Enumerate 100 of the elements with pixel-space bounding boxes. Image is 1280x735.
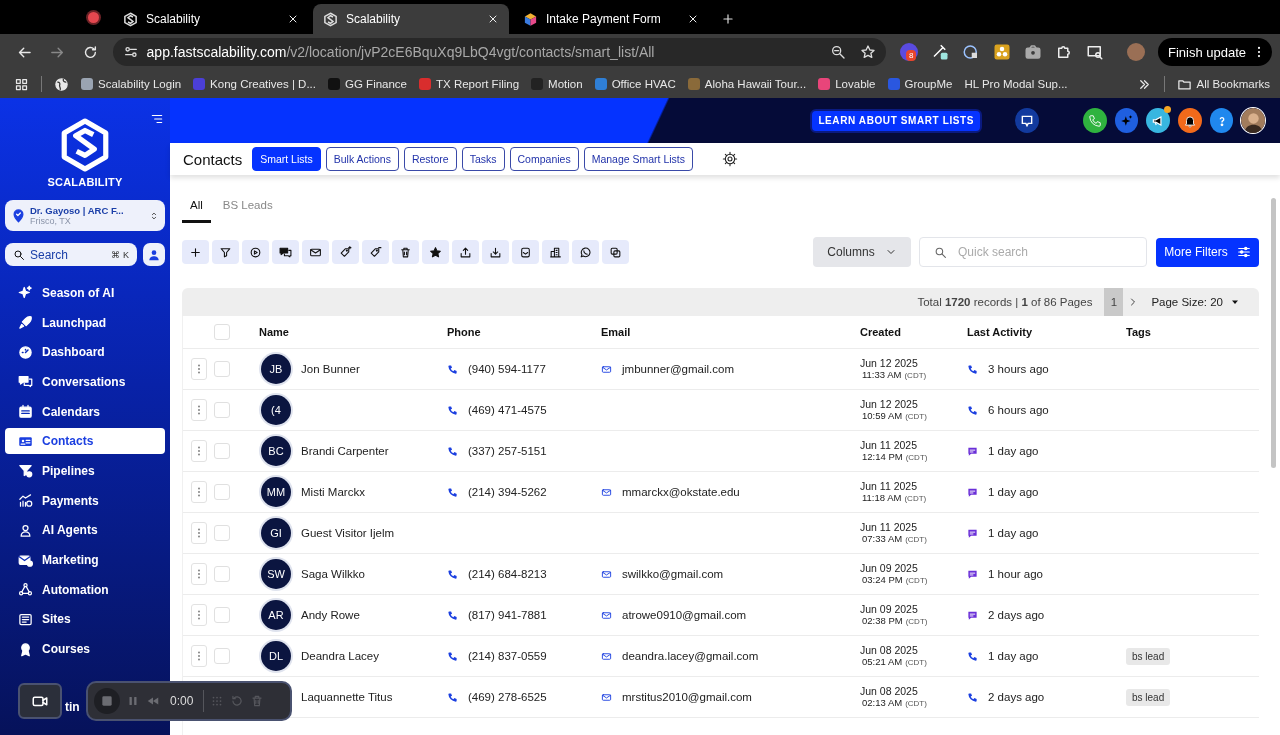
bookmark[interactable]: GG Finance [328, 78, 407, 90]
circles-icon[interactable] [992, 43, 1011, 61]
close-icon[interactable] [487, 13, 499, 25]
close-icon[interactable] [687, 13, 699, 25]
apps-grid-icon[interactable] [14, 76, 29, 92]
download-button[interactable] [482, 240, 509, 264]
menu-icon[interactable] [150, 112, 164, 126]
browser-tab[interactable]: Scalability [113, 4, 309, 34]
contact-name[interactable]: Guest Visitor Ijelm [301, 527, 395, 539]
help-button[interactable] [1209, 108, 1234, 133]
tag-minus-button[interactable] [362, 240, 389, 264]
address-bar[interactable]: app.fastscalability.com/v2/location/jvP2cE6BquXq9LbQ4vgt/contacts/smart_list/All [112, 38, 886, 66]
list-tab[interactable]: All [182, 189, 211, 223]
bookmark[interactable]: Lovable [818, 78, 876, 90]
chat-button[interactable] [1015, 108, 1040, 133]
contacts-nav-button[interactable]: Restore [403, 147, 457, 171]
camera-button[interactable] [18, 683, 62, 719]
contacts-nav-button[interactable]: Companies [509, 147, 579, 171]
building-button[interactable] [542, 240, 569, 264]
row-checkbox[interactable] [214, 361, 230, 377]
sidebar-item[interactable]: Marketing [5, 547, 165, 573]
sidebar-item[interactable]: Automation [5, 576, 165, 603]
upload-button[interactable] [452, 240, 479, 264]
sidebar-item[interactable]: Season of AI [5, 280, 165, 306]
page-number-button[interactable]: 1 [1104, 288, 1124, 316]
trash-button[interactable] [392, 240, 419, 264]
camera-icon[interactable] [1023, 43, 1042, 61]
copy-button[interactable] [602, 240, 629, 264]
column-header[interactable]: Last Activity [967, 326, 1126, 338]
location-switcher[interactable]: Dr. Gayoso | ARC F... Frisco, TX [5, 200, 165, 231]
row-checkbox[interactable] [214, 525, 230, 541]
sidebar-item[interactable]: tin [65, 700, 80, 714]
new-tab-icon[interactable] [721, 12, 735, 26]
column-header[interactable]: Phone [447, 326, 601, 338]
browser-tab[interactable]: Scalability [313, 4, 509, 34]
site-settings-icon[interactable] [122, 44, 139, 60]
sidebar-item[interactable]: AI Agents [5, 517, 165, 544]
envelope-button[interactable] [302, 240, 329, 264]
user-button[interactable] [143, 243, 165, 266]
search-field[interactable]: Search ⌘ K [5, 243, 137, 266]
finish-update-button[interactable]: Finish update [1157, 38, 1272, 66]
sidebar-item[interactable]: Dashboard [5, 339, 165, 366]
settings-icon[interactable] [722, 151, 739, 167]
column-header[interactable]: Email [601, 326, 860, 338]
bookmark[interactable]: TX Report Filing [419, 78, 520, 90]
contacts-nav-button[interactable]: Manage Smart Lists [583, 147, 694, 171]
contacts-nav-button[interactable]: Smart Lists [252, 147, 321, 171]
tag-plus-button[interactable] [332, 240, 359, 264]
contacts-nav-button[interactable]: Bulk Actions [325, 147, 399, 171]
announcements-button[interactable] [1146, 108, 1170, 133]
bookmark[interactable]: HL Pro Modal Sup... [964, 78, 1068, 90]
contacts-nav-button[interactable]: Tasks [461, 147, 505, 171]
bookmark[interactable]: Aloha Hawaii Tour... [687, 78, 807, 90]
sidebar-item[interactable]: Launchpad [5, 309, 165, 336]
row-checkbox[interactable] [214, 648, 230, 664]
inbox-button[interactable] [512, 240, 539, 264]
sidebar-item[interactable]: Calendars [5, 398, 165, 425]
screen-search-icon[interactable] [1085, 43, 1104, 61]
contact-name[interactable]: Saga Wilkko [301, 568, 365, 580]
plus-button[interactable] [182, 240, 209, 264]
zoom-icon[interactable] [829, 44, 846, 60]
sidebar-item[interactable]: Courses [5, 636, 165, 662]
bookmark[interactable]: Motion [531, 78, 583, 90]
contact-name[interactable]: Laquannette Titus [301, 691, 393, 703]
more-filters-button[interactable]: More Filters [1156, 237, 1259, 267]
sidebar-item[interactable]: Conversations [5, 369, 165, 395]
row-checkbox[interactable] [214, 607, 230, 623]
contact-name[interactable]: Deandra Lacey [301, 650, 379, 662]
sidebar-item[interactable]: Payments [5, 487, 165, 514]
row-checkbox[interactable] [214, 566, 230, 582]
globe-icon[interactable] [54, 76, 69, 92]
star-button[interactable] [422, 240, 449, 264]
row-checkbox[interactable] [214, 443, 230, 459]
chat-bubbles-button[interactable] [272, 240, 299, 264]
sidebar-item[interactable]: Sites [5, 606, 165, 633]
browser-tab[interactable]: Intake Payment Form [513, 4, 709, 34]
list-tab[interactable]: BS Leads [214, 189, 281, 223]
profile-avatar[interactable] [1126, 43, 1145, 61]
chat-bubble-button[interactable] [572, 240, 599, 264]
close-icon[interactable] [287, 13, 299, 25]
row-checkbox[interactable] [214, 484, 230, 500]
learn-button[interactable]: LEARN ABOUT SMART LISTS [810, 108, 983, 133]
extension-icon[interactable]: 8 [899, 43, 918, 61]
column-header[interactable]: Tags [1126, 326, 1259, 338]
stop-button[interactable] [94, 688, 120, 714]
row-checkbox[interactable] [214, 402, 230, 418]
contact-name[interactable]: Misti Marckx [301, 486, 365, 498]
page-size-dropdown[interactable]: Page Size: 20 [1151, 296, 1241, 308]
restart-icon[interactable] [230, 694, 245, 708]
play-button[interactable] [242, 240, 269, 264]
columns-button[interactable]: Columns [813, 237, 911, 267]
all-bookmarks-button[interactable]: All Bookmarks [1176, 76, 1270, 92]
bookmark[interactable]: Kong Creatives | D... [193, 78, 316, 90]
phone-button[interactable] [1083, 108, 1107, 133]
notifications-button[interactable] [1178, 108, 1202, 133]
contact-name[interactable]: Jon Bunner [301, 363, 360, 375]
column-header[interactable]: Created [860, 326, 967, 338]
sidebar-item[interactable]: Pipelines [5, 458, 165, 484]
contact-name[interactable]: Brandi Carpenter [301, 445, 389, 457]
bookmark[interactable]: Office HVAC [594, 78, 676, 90]
